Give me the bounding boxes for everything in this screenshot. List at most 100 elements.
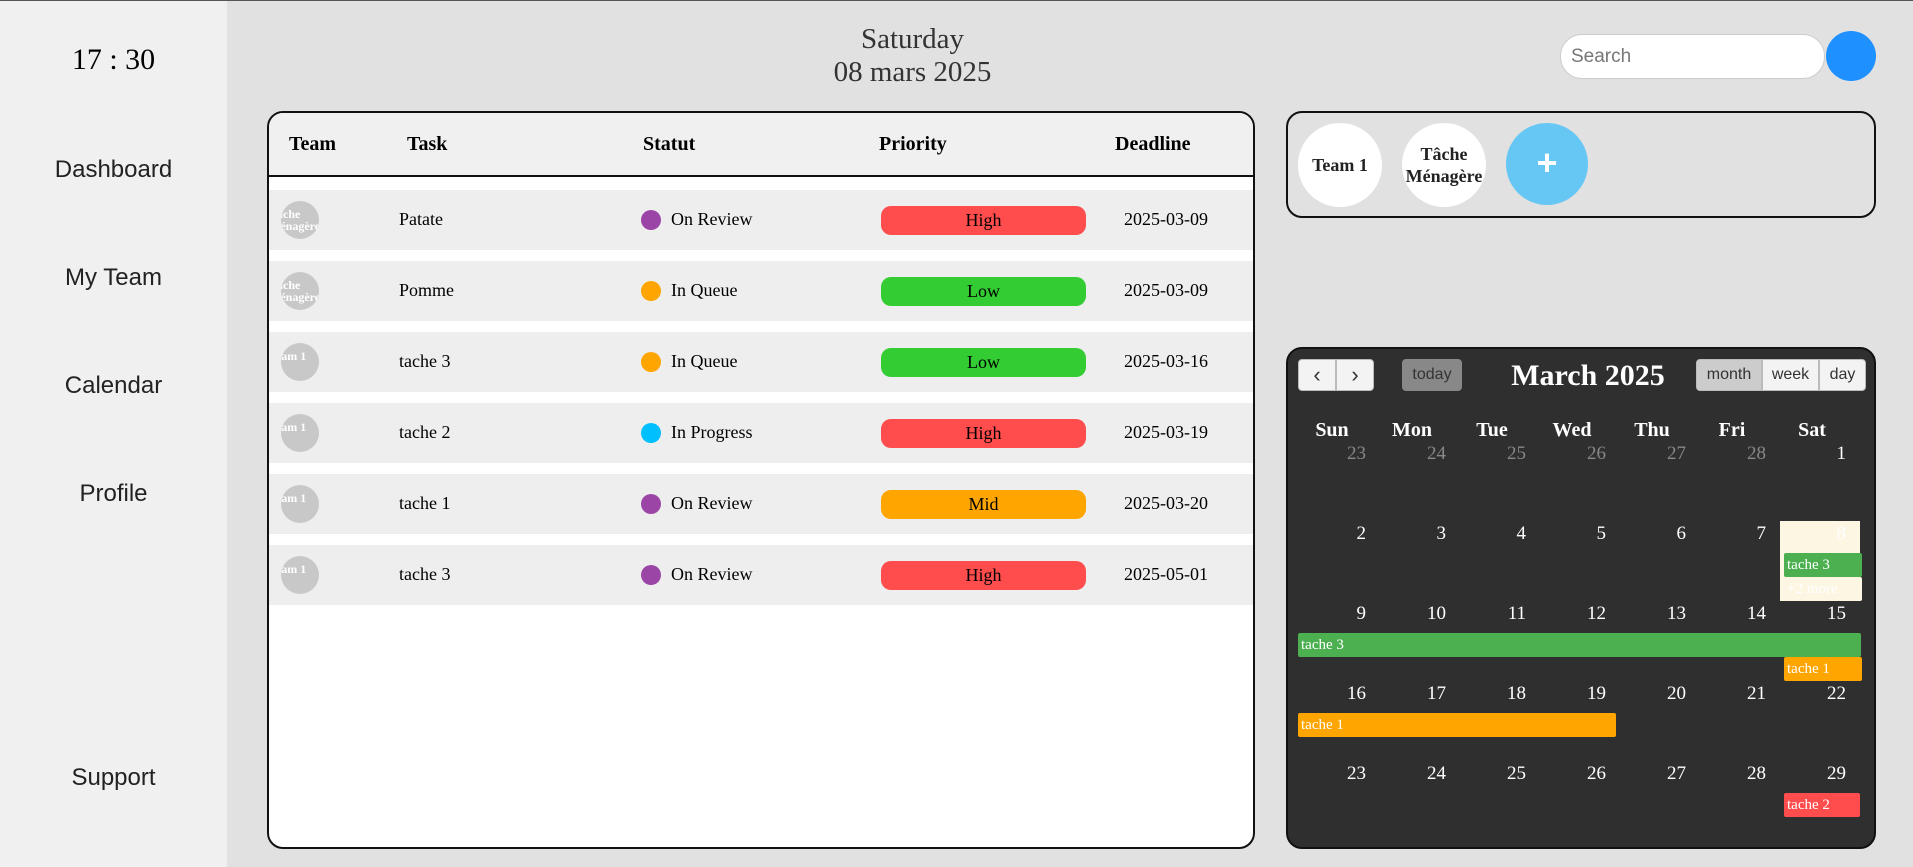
calendar-day[interactable]: 8 — [1772, 523, 1852, 545]
calendar-day[interactable]: 25 — [1452, 443, 1532, 465]
calendar-day[interactable]: 24 — [1372, 763, 1452, 785]
calendar-event[interactable]: tache 3 — [1298, 633, 1861, 657]
calendar-day[interactable]: 22 — [1772, 683, 1852, 705]
status-text: In Progress — [671, 422, 753, 442]
calendar-day[interactable]: 7 — [1692, 523, 1772, 545]
column-header-deadline: Deadline — [1115, 133, 1191, 155]
team-circle-tache-menagere[interactable]: Tâche Ménagère — [1402, 123, 1486, 207]
calendar-event[interactable]: tache 1 — [1298, 713, 1616, 737]
calendar-day[interactable]: 16 — [1292, 683, 1372, 705]
table-row[interactable]: Team 1 tache 1 On Review Mid 2025-03-20 — [269, 474, 1253, 534]
task-name: Pomme — [399, 280, 455, 300]
task-table: Team Task Statut Priority Deadline Tâche… — [267, 111, 1255, 849]
status-dot-icon — [641, 494, 661, 514]
team-badge-label: Team 1 — [281, 562, 307, 576]
calendar-day[interactable]: 23 — [1292, 443, 1372, 465]
weekday-header: Fri — [1718, 419, 1746, 441]
table-row[interactable]: Team 1 tache 3 In Queue Low 2025-03-16 — [269, 332, 1253, 392]
table-row[interactable]: Team 1 tache 3 On Review High 2025-05-01 — [269, 545, 1253, 605]
calendar-day[interactable]: 3 — [1372, 523, 1452, 545]
team-badge: Team 1 — [281, 556, 319, 594]
add-team-button[interactable]: + — [1506, 123, 1588, 205]
weekday-header: Tue — [1476, 419, 1508, 441]
page-title: Saturday 08 mars 2025 — [770, 23, 1055, 89]
calendar-day[interactable]: 15 — [1772, 603, 1852, 625]
calendar-day[interactable]: 19 — [1532, 683, 1612, 705]
sidebar-item-my-team[interactable]: My Team — [0, 264, 227, 292]
calendar-day[interactable]: 20 — [1612, 683, 1692, 705]
calendar-day[interactable]: 26 — [1532, 763, 1612, 785]
status-dot-icon — [641, 423, 661, 443]
weekday-header: Sat — [1798, 419, 1826, 441]
team-badge: Team 1 — [281, 343, 319, 381]
task-name: tache 3 — [399, 564, 451, 584]
calendar-day[interactable]: 5 — [1532, 523, 1612, 545]
calendar-day[interactable]: 29 — [1772, 763, 1852, 785]
calendar-day[interactable]: 28 — [1692, 443, 1772, 465]
status-dot-icon — [641, 281, 661, 301]
sidebar-item-profile[interactable]: Profile — [0, 480, 227, 508]
deadline-date: 2025-03-16 — [1124, 351, 1208, 371]
priority-badge: Mid — [881, 490, 1086, 519]
weekday-header: Thu — [1634, 419, 1670, 441]
calendar-day[interactable]: 27 — [1612, 763, 1692, 785]
view-week-button[interactable]: week — [1762, 359, 1819, 391]
column-header-priority: Priority — [879, 133, 947, 155]
calendar-day[interactable]: 23 — [1292, 763, 1372, 785]
table-row[interactable]: Team 1 tache 2 In Progress High 2025-03-19 — [269, 403, 1253, 463]
deadline-date: 2025-03-09 — [1124, 280, 1208, 300]
calendar-day[interactable]: 21 — [1692, 683, 1772, 705]
status-dot-icon — [641, 352, 661, 372]
column-header-status: Statut — [643, 133, 696, 155]
team-badge-label: Team 1 — [281, 420, 307, 434]
calendar-day[interactable]: 2 — [1292, 523, 1372, 545]
calendar-day[interactable]: 6 — [1612, 523, 1692, 545]
deadline-date: 2025-03-09 — [1124, 209, 1208, 229]
status-text: On Review — [671, 493, 753, 513]
priority-badge: High — [881, 419, 1086, 448]
team-badge: Team 1 — [281, 414, 319, 452]
calendar-day[interactable]: 26 — [1532, 443, 1612, 465]
table-row[interactable]: Tâche Ménagère Patate On Review High 2025-03… — [269, 190, 1253, 250]
calendar-day[interactable]: 24 — [1372, 443, 1452, 465]
today-button[interactable]: today — [1402, 359, 1462, 391]
prev-month-button[interactable]: ‹ — [1298, 359, 1336, 391]
calendar-day[interactable]: 1 — [1772, 443, 1852, 465]
calendar-event[interactable]: tache 2 — [1784, 793, 1860, 817]
deadline-date: 2025-03-19 — [1124, 422, 1208, 442]
status-text: On Review — [671, 209, 753, 229]
calendar-day[interactable]: 25 — [1452, 763, 1532, 785]
status-dot-icon — [641, 565, 661, 585]
clock: 17 : 30 — [71, 43, 156, 76]
more-events-link[interactable]: +2 more — [1784, 577, 1862, 601]
calendar-day[interactable]: 27 — [1612, 443, 1692, 465]
calendar-day[interactable]: 9 — [1292, 603, 1372, 625]
view-day-button[interactable]: day — [1819, 359, 1866, 391]
calendar-day[interactable]: 10 — [1372, 603, 1452, 625]
sidebar-item-support[interactable]: Support — [0, 764, 227, 792]
weekday-header: Wed — [1552, 419, 1592, 441]
calendar-day[interactable]: 14 — [1692, 603, 1772, 625]
teams-panel: Team 1 Tâche Ménagère + — [1286, 111, 1876, 218]
priority-badge: Low — [881, 277, 1086, 306]
calendar-day[interactable]: 12 — [1532, 603, 1612, 625]
team-circle-team-1[interactable]: Team 1 — [1298, 123, 1382, 207]
deadline-date: 2025-05-01 — [1124, 564, 1208, 584]
calendar-day[interactable]: 11 — [1452, 603, 1532, 625]
table-row[interactable]: Tâche Ménagère Pomme In Queue Low 2025-03-09 — [269, 261, 1253, 321]
view-month-button[interactable]: month — [1696, 359, 1762, 391]
sidebar-item-calendar[interactable]: Calendar — [0, 372, 227, 400]
calendar-event[interactable]: tache 3 — [1784, 553, 1862, 577]
calendar-day[interactable]: 28 — [1692, 763, 1772, 785]
team-badge-label: Team 1 — [281, 491, 307, 505]
task-name: tache 3 — [399, 351, 451, 371]
calendar-day[interactable]: 18 — [1452, 683, 1532, 705]
calendar-day[interactable]: 17 — [1372, 683, 1452, 705]
calendar-day[interactable]: 4 — [1452, 523, 1532, 545]
sidebar-item-dashboard[interactable]: Dashboard — [0, 156, 227, 184]
avatar[interactable] — [1826, 31, 1876, 81]
calendar-day[interactable]: 13 — [1612, 603, 1692, 625]
calendar-event[interactable]: tache 1 — [1784, 657, 1862, 681]
next-month-button[interactable]: › — [1336, 359, 1374, 391]
search-input[interactable] — [1560, 34, 1825, 79]
